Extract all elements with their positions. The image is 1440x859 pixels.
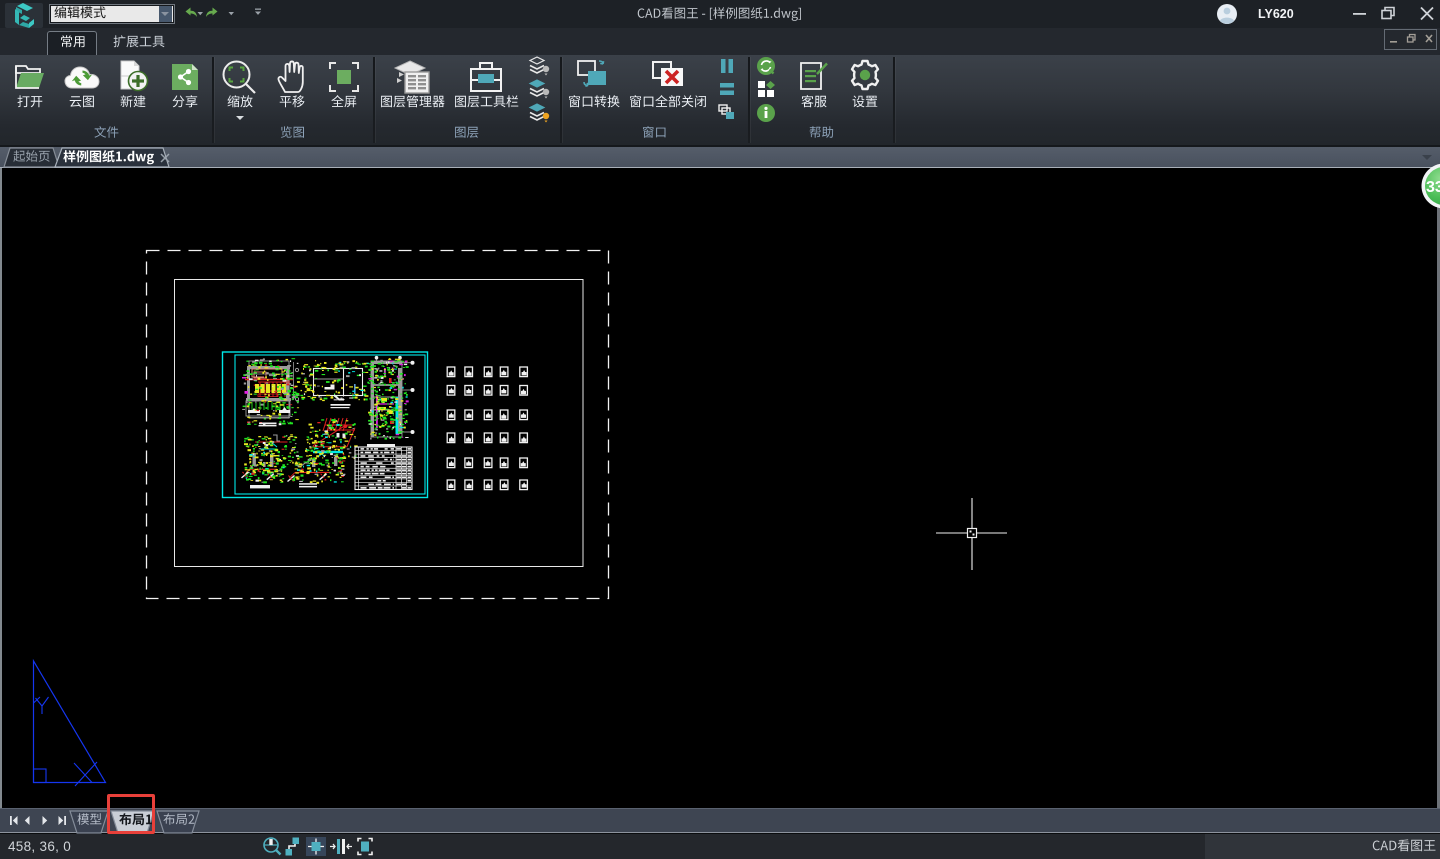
svg-text:33: 33 [1426, 179, 1440, 196]
